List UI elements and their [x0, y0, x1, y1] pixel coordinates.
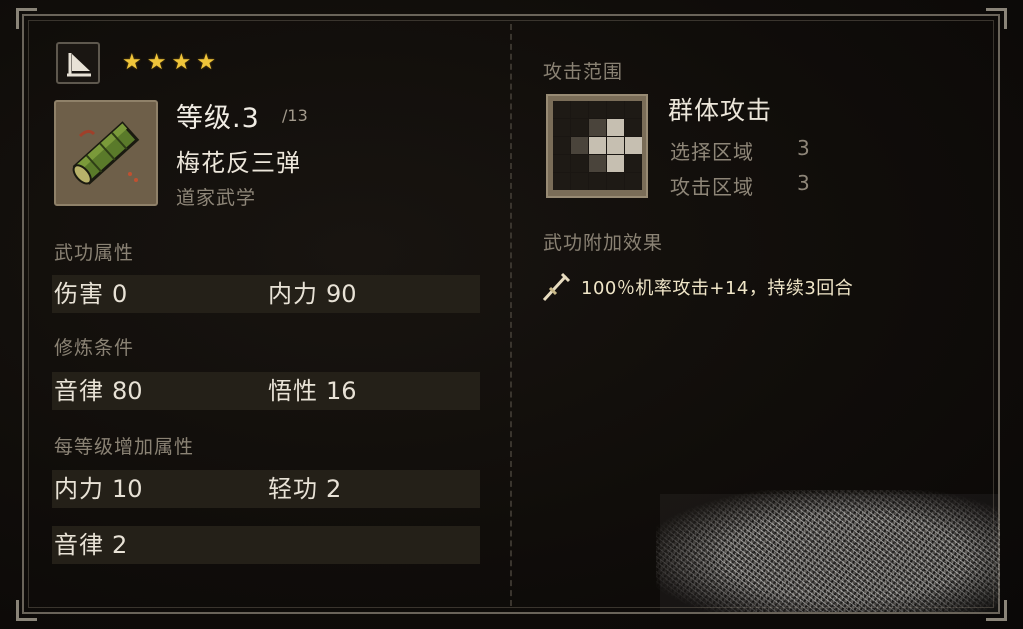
stat-internal-power: 内力 10	[54, 470, 143, 508]
stat-label: 伤害	[54, 280, 104, 308]
effects-title: 武功附加效果	[543, 232, 664, 254]
noise-overlay	[656, 490, 1000, 612]
skill-level-max: /13	[282, 106, 308, 125]
stat-label: 内力	[268, 280, 318, 308]
grid-cell	[589, 173, 606, 190]
grid-cell	[571, 173, 588, 190]
select-area-value: 3	[797, 136, 810, 160]
grid-cell-select	[571, 137, 588, 154]
grid-cell	[625, 155, 642, 172]
stat-value: 10	[112, 475, 143, 503]
per-level-row-2: 音律 2	[52, 526, 480, 564]
skill-level: 等级.3	[176, 103, 260, 134]
grid-cell-attack	[607, 155, 624, 172]
stat-value: 90	[326, 280, 357, 308]
grid-cell	[589, 101, 606, 118]
requirements-title: 修炼条件	[54, 337, 135, 359]
stat-value: 80	[112, 377, 143, 405]
stat-music: 音律 80	[54, 372, 143, 410]
grid-cell-select	[589, 155, 606, 172]
corner-ornament-top-left	[16, 8, 37, 29]
grid-cell	[625, 119, 642, 136]
book-flag-icon[interactable]	[56, 42, 100, 84]
grid-cell	[553, 155, 570, 172]
sword-icon	[540, 270, 572, 308]
requirements-row: 音律 80 悟性 16	[52, 372, 480, 410]
grid-cell-attack	[607, 119, 624, 136]
select-area-label: 选择区域	[670, 140, 754, 164]
corner-ornament-top-right	[986, 8, 1007, 29]
stat-music: 音律 2	[54, 526, 127, 564]
stat-label: 音律	[54, 531, 104, 559]
grid-cell-attack	[625, 137, 642, 154]
scroll-icon[interactable]	[54, 100, 158, 206]
effect-description: 100％机率攻击+14，持续3回合	[581, 278, 854, 299]
grid-cell	[607, 173, 624, 190]
grid-cell	[625, 101, 642, 118]
grid-cell	[571, 155, 588, 172]
attack-range-title: 攻击范围	[543, 61, 624, 83]
stat-label: 轻功	[268, 475, 318, 503]
stat-internal-power: 内力 90	[268, 275, 357, 313]
attack-type: 群体攻击	[668, 96, 773, 125]
skill-school: 道家武学	[176, 187, 257, 209]
stat-value: 16	[326, 377, 357, 405]
stat-label: 音律	[54, 377, 104, 405]
star-icon: ★	[171, 50, 192, 75]
grid-cell	[571, 101, 588, 118]
rarity-stars: ★ ★ ★ ★	[122, 50, 216, 76]
per-level-row-1: 内力 10 轻功 2	[52, 470, 480, 508]
attributes-title: 武功属性	[54, 242, 135, 264]
star-icon: ★	[196, 50, 216, 75]
grid-cell	[553, 119, 570, 136]
stat-damage: 伤害 0	[54, 275, 127, 313]
star-icon: ★	[146, 50, 167, 75]
grid-cell	[625, 173, 642, 190]
grid-cell-select	[589, 119, 606, 136]
stat-value: 2	[326, 475, 342, 503]
grid-cell	[553, 101, 570, 118]
grid-cell	[553, 173, 570, 190]
stat-lightness: 轻功 2	[268, 470, 341, 508]
attack-area-label: 攻击区域	[670, 175, 754, 199]
stat-comprehension: 悟性 16	[268, 372, 357, 410]
stat-value: 0	[112, 280, 128, 308]
column-divider	[510, 24, 512, 606]
attack-range-grid	[546, 94, 648, 198]
grid-cell	[571, 119, 588, 136]
grid-cell-attack	[607, 137, 624, 154]
attributes-row: 伤害 0 内力 90	[52, 275, 480, 313]
stat-value: 2	[112, 531, 128, 559]
per-level-title: 每等级增加属性	[54, 436, 195, 458]
grid-cell	[607, 101, 624, 118]
stat-label: 悟性	[268, 377, 318, 405]
grid-cell-attack	[589, 137, 606, 154]
stat-label: 内力	[54, 475, 104, 503]
attack-area-value: 3	[797, 171, 810, 195]
corner-ornament-bottom-left	[16, 600, 37, 621]
grid-cell	[553, 137, 570, 154]
skill-name: 梅花反三弹	[176, 149, 301, 177]
star-icon: ★	[122, 50, 142, 75]
